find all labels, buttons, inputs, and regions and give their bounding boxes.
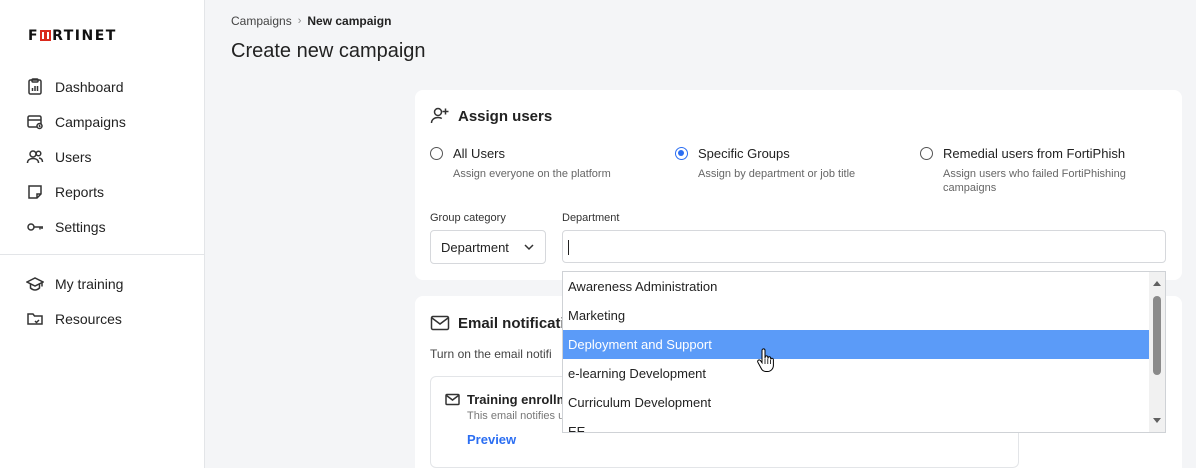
radio-circle[interactable]	[920, 147, 933, 160]
graduation-cap-icon	[26, 276, 44, 291]
dropdown-option[interactable]: Curriculum Development	[563, 388, 1150, 417]
logo-o-mark-icon	[40, 30, 52, 41]
sidebar-item-label: Resources	[55, 310, 122, 327]
sidebar-item-campaigns[interactable]: Campaigns	[0, 104, 204, 139]
reports-icon	[28, 184, 42, 199]
breadcrumb: Campaigns › New campaign	[231, 14, 391, 28]
chevron-right-icon: ›	[297, 15, 302, 27]
group-category-select[interactable]: Department	[430, 230, 546, 264]
scroll-up-arrow-icon[interactable]	[1153, 281, 1161, 286]
assign-users-card: Assign users All Users Assign everyone o…	[415, 90, 1182, 280]
users-icon	[26, 149, 44, 163]
department-label: Department	[562, 212, 620, 224]
sidebar-item-label: Settings	[55, 218, 106, 235]
group-category-label: Group category	[430, 212, 506, 224]
text-caret	[568, 240, 569, 255]
department-input[interactable]	[562, 230, 1166, 263]
radio-option-remedial-users: Remedial users from FortiPhish Assign us…	[920, 146, 1160, 195]
fortinet-logo[interactable]: F RTINET	[28, 28, 117, 44]
sidebar-item-settings[interactable]: Settings	[0, 209, 204, 244]
email-item-title: Training enrollm	[467, 392, 569, 407]
radio-description: Assign by department or job title	[698, 168, 856, 180]
department-dropdown-list[interactable]: Awareness Administration Marketing Deplo…	[562, 271, 1166, 433]
sidebar-nav-main: Dashboard Campaigns Users Reports Settin…	[0, 69, 204, 244]
radio-description: Assign everyone on the platform	[453, 168, 611, 180]
sidebar-item-label: Dashboard	[55, 78, 124, 95]
sidebar-nav-secondary: My training Resources	[0, 266, 204, 336]
radio-specific-groups[interactable]: Specific Groups	[675, 146, 855, 161]
sidebar-item-label: My training	[55, 275, 124, 292]
dropdown-scrollbar[interactable]	[1149, 272, 1165, 432]
radio-option-specific-groups: Specific Groups Assign by department or …	[675, 146, 855, 181]
sidebar-item-label: Reports	[55, 183, 105, 200]
sidebar-item-label: Users	[55, 148, 92, 165]
radio-label: All Users	[453, 146, 506, 161]
assign-users-header: Assign users	[430, 106, 552, 126]
radio-description: Assign users who failed FortiPhishing ca…	[943, 168, 1126, 194]
preview-link[interactable]: Preview	[467, 432, 516, 447]
dropdown-option[interactable]: Marketing	[563, 301, 1150, 330]
assign-users-title: Assign users	[458, 107, 553, 125]
group-category-value: Department	[441, 239, 509, 255]
campaigns-icon	[27, 114, 43, 129]
radio-all-users[interactable]: All Users	[430, 146, 611, 161]
scroll-down-arrow-icon[interactable]	[1153, 418, 1161, 423]
radio-circle[interactable]	[430, 147, 443, 160]
sidebar-item-reports[interactable]: Reports	[0, 174, 204, 209]
sidebar-item-my-training[interactable]: My training	[0, 266, 204, 301]
sidebar-item-users[interactable]: Users	[0, 139, 204, 174]
sidebar-item-dashboard[interactable]: Dashboard	[0, 69, 204, 104]
breadcrumb-parent-link[interactable]: Campaigns	[231, 14, 292, 28]
radio-remedial-users[interactable]: Remedial users from FortiPhish	[920, 146, 1160, 161]
chevron-down-icon	[524, 244, 534, 251]
dropdown-option-highlighted[interactable]: Deployment and Support	[563, 330, 1150, 359]
hand-pointer-cursor-icon	[757, 348, 774, 372]
radio-label: Remedial users from FortiPhish	[943, 146, 1126, 161]
radio-label: Specific Groups	[698, 146, 790, 161]
dropdown-option[interactable]: e-learning Development	[563, 359, 1150, 388]
radio-circle-checked[interactable]	[675, 147, 688, 160]
radio-option-all-users: All Users Assign everyone on the platfor…	[430, 146, 611, 181]
dashboard-icon	[28, 77, 42, 95]
page-title: Create new campaign	[231, 40, 426, 62]
sidebar: F RTINET Dashboard Campaigns Users Report…	[0, 0, 205, 468]
dropdown-option[interactable]: Awareness Administration	[563, 272, 1150, 301]
email-notifications-header: Email notificatio	[430, 313, 574, 333]
breadcrumb-current: New campaign	[307, 14, 392, 28]
folder-icon	[27, 312, 43, 325]
user-plus-icon	[430, 107, 449, 124]
sidebar-divider	[0, 254, 204, 255]
mail-icon	[445, 393, 460, 406]
sidebar-item-resources[interactable]: Resources	[0, 301, 204, 336]
key-icon	[27, 222, 43, 231]
email-notifications-title: Email notificatio	[458, 314, 574, 332]
sidebar-item-label: Campaigns	[55, 113, 126, 130]
scrollbar-thumb[interactable]	[1153, 296, 1161, 375]
email-item-description: This email notifies u	[467, 410, 565, 422]
mail-icon	[430, 315, 450, 331]
email-notifications-subtitle: Turn on the email notifi	[430, 347, 552, 361]
dropdown-option[interactable]: EE	[563, 417, 1150, 432]
